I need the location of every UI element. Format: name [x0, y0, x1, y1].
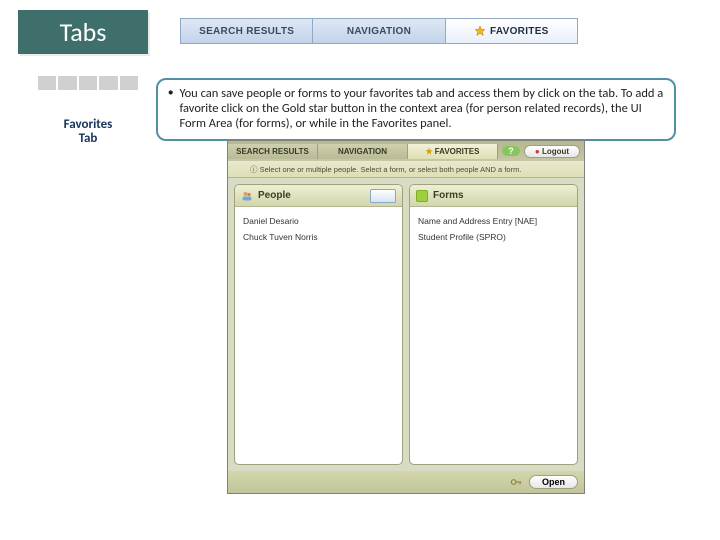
people-icon [241, 190, 253, 202]
tab-search-results[interactable]: SEARCH RESULTS [181, 19, 313, 43]
key-icon [509, 475, 523, 489]
embed-tab-favorites-label: FAVORITES [435, 147, 480, 156]
header-tab-bar: SEARCH RESULTS NAVIGATION FAVORITES [180, 18, 578, 44]
tab-favorites[interactable]: FAVORITES [446, 19, 577, 43]
people-panel: People Daniel Desario Chuck Tuven Norris [234, 184, 403, 465]
callout-line1: Favorites [44, 118, 132, 132]
description-text: You can save people or forms to your fav… [179, 86, 664, 131]
people-dropdown[interactable] [370, 189, 396, 203]
star-icon [474, 25, 486, 37]
list-item[interactable]: Student Profile (SPRO) [418, 229, 569, 245]
chevron-ribbon-icon [38, 76, 138, 90]
forms-panel: Forms Name and Address Entry [NAE] Stude… [409, 184, 578, 465]
open-button[interactable]: Open [529, 475, 578, 489]
tab-navigation[interactable]: NAVIGATION [313, 19, 445, 43]
embed-hint-text: ⓘ Select one or multiple people. Select … [228, 161, 584, 178]
list-item[interactable]: Chuck Tuven Norris [243, 229, 394, 245]
star-icon: ★ [426, 147, 433, 156]
embed-tab-navigation[interactable]: NAVIGATION [318, 144, 408, 159]
favorites-tab-callout: Favorites Tab [38, 76, 138, 157]
forms-icon [416, 190, 428, 202]
list-item[interactable]: Name and Address Entry [NAE] [418, 213, 569, 229]
callout-line2: Tab [44, 132, 132, 146]
logout-button[interactable]: ● Logout [524, 145, 580, 158]
people-header: People [258, 190, 291, 201]
forms-header: Forms [433, 190, 464, 201]
logout-icon: ● [535, 147, 540, 156]
tab-favorites-label: FAVORITES [490, 26, 549, 37]
help-button[interactable]: ? [502, 146, 520, 156]
logout-label: Logout [542, 147, 569, 156]
bullet-icon: ● [168, 88, 173, 131]
embed-tab-bar: SEARCH RESULTS NAVIGATION ★FAVORITES ? ●… [228, 141, 584, 161]
slide-title-badge: Tabs [18, 10, 148, 54]
forms-list: Name and Address Entry [NAE] Student Pro… [410, 207, 577, 464]
embed-footer: Open [228, 471, 584, 493]
embed-tab-search[interactable]: SEARCH RESULTS [228, 144, 318, 159]
people-list: Daniel Desario Chuck Tuven Norris [235, 207, 402, 464]
description-box: ● You can save people or forms to your f… [156, 78, 676, 141]
list-item[interactable]: Daniel Desario [243, 213, 394, 229]
embed-hint-label: Select one or multiple people. Select a … [260, 165, 522, 174]
embed-tab-favorites[interactable]: ★FAVORITES [408, 144, 498, 159]
embedded-screenshot: SEARCH RESULTS NAVIGATION ★FAVORITES ? ●… [227, 140, 585, 494]
